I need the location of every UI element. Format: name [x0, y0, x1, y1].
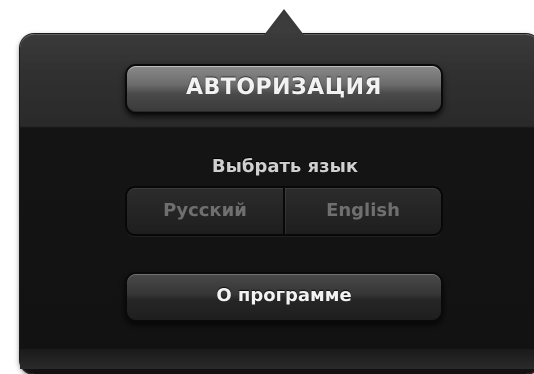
language-option-english[interactable]: English	[285, 188, 441, 234]
about-button[interactable]: О программе	[125, 272, 443, 322]
popover-bottom-edge	[20, 349, 534, 369]
popover-arrow-highlight	[270, 13, 298, 33]
authorization-button[interactable]: АВТОРИЗАЦИЯ	[125, 64, 443, 114]
language-select-title: Выбрать язык	[211, 156, 359, 177]
language-option-russian[interactable]: Русский	[127, 188, 283, 234]
language-segmented-control: Русский English	[125, 186, 443, 236]
